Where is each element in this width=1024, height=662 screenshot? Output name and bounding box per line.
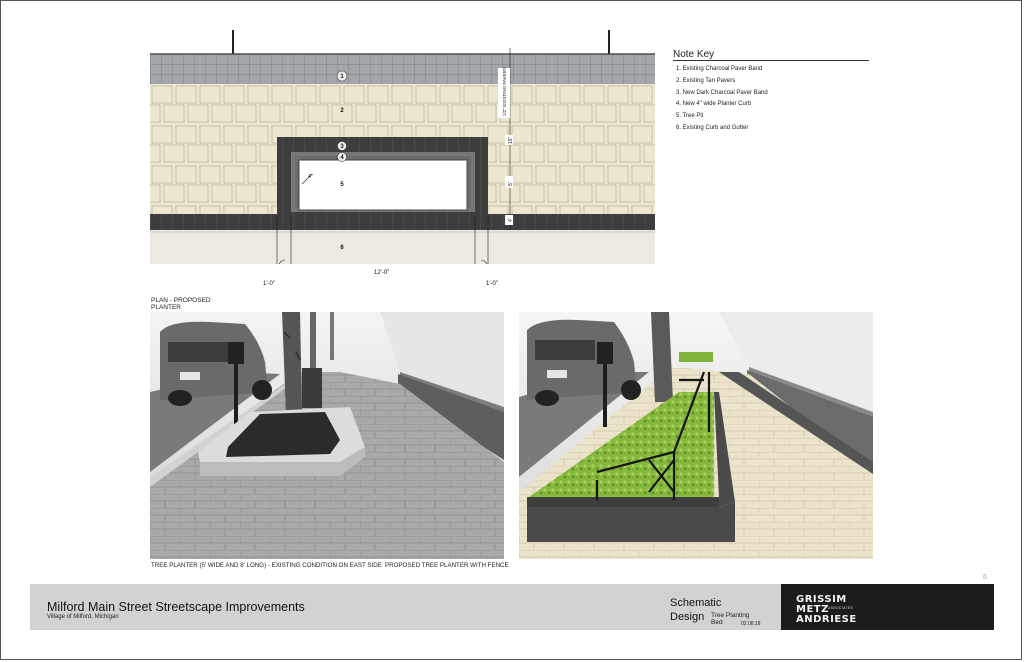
existing-condition-photo <box>150 312 504 559</box>
side-dim-1: 15" <box>508 136 514 144</box>
note-key-rule <box>673 60 869 61</box>
planter-plan-drawing: 15" 5' 4' 1/2" EXISTING PAVERS 1 2 3 4 5… <box>150 30 655 264</box>
plan-caption-line1: PLAN - PROPOSED <box>151 297 211 304</box>
plan-caption-line2: PLANTER <box>151 304 181 311</box>
note-item: 1. Existing Charcoal Paver Band <box>676 66 763 72</box>
note-item: 2. Existing Tan Pavers <box>676 77 736 84</box>
plan-caption: PLAN - PROPOSED PLANTER <box>151 297 211 311</box>
note-key-list: 1. Existing Charcoal Paver Band 2. Exist… <box>676 64 768 135</box>
page-number: 6 <box>983 574 987 581</box>
note-item: 6. Existing Curb and Gutter <box>676 124 749 131</box>
dim-left-label: 1'-0" <box>263 281 275 287</box>
left-photo-caption: TREE PLANTER (5' WIDE AND 8' LONG) - EXI… <box>151 562 382 569</box>
side-dim-3: 4' <box>508 218 514 222</box>
stage-line1: Schematic <box>670 597 722 609</box>
dim-pit-depth: 4" <box>308 174 313 180</box>
existing-pavers-note: 1/2" EXISTING PAVERS <box>502 67 507 116</box>
project-location: Village of Milford, Michigan <box>47 614 119 620</box>
dim-right-label: 1'-0" <box>486 281 498 287</box>
side-dim-2: 5' <box>508 182 514 186</box>
right-photo-caption: PROPOSED TREE PLANTER WITH FENCE <box>385 562 509 569</box>
proposed-planter-photo <box>519 312 873 559</box>
sheet-date: 02.08.19 <box>741 621 761 627</box>
note-item: 3. New Dark Charcoal Paver Band <box>676 89 768 96</box>
stage-line2: Design <box>670 611 705 623</box>
note-item: 4. New 4" wide Planter Curb <box>676 101 752 108</box>
logo-associates: ASSOCIATES <box>828 606 854 610</box>
dim-width-label: 12'-0" <box>374 270 390 276</box>
note-key-title: Note Key <box>673 49 715 60</box>
note-item: 5. Tree Pit <box>676 113 704 120</box>
logo-line3: ANDRIESE <box>796 614 857 625</box>
project-title: Milford Main Street Streetscape Improvem… <box>47 600 305 614</box>
